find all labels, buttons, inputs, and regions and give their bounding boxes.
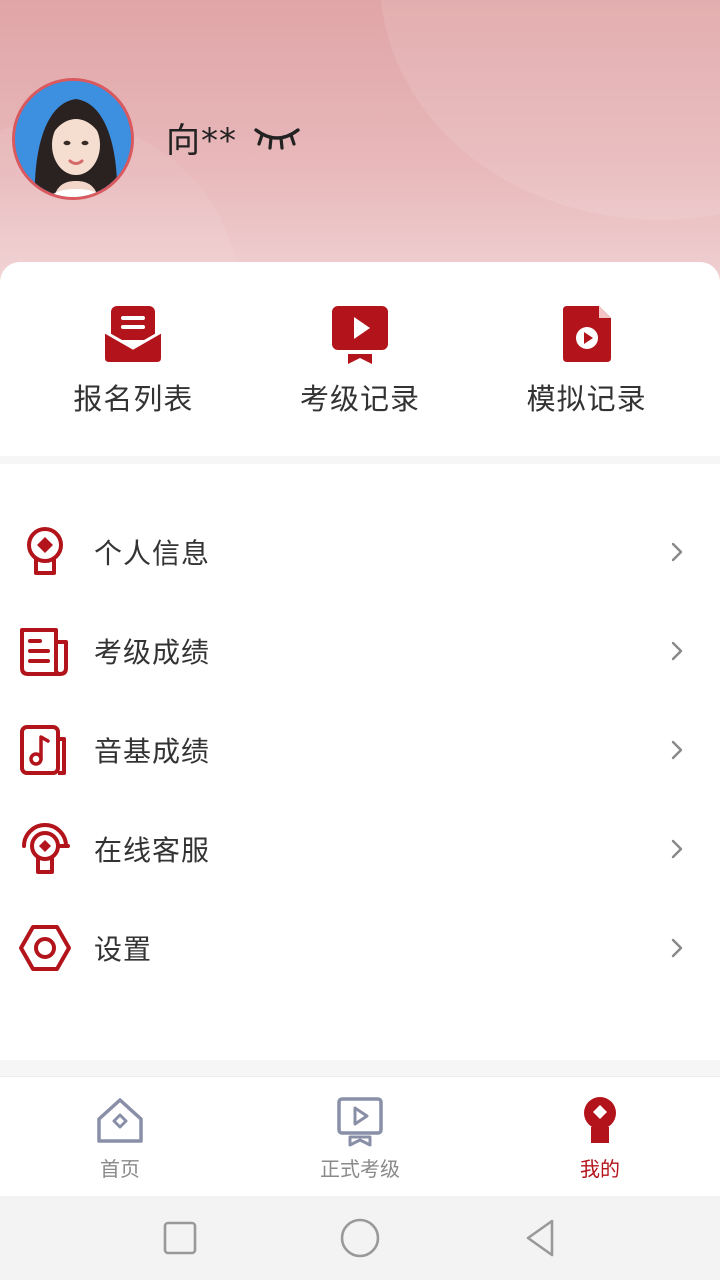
tab-label: 首页	[100, 1157, 140, 1181]
person-info-icon	[27, 526, 63, 575]
quick-action-label: 考级记录	[299, 382, 420, 416]
menu-item-personal-info[interactable]: 个人信息	[0, 502, 720, 601]
chevron-right-icon	[671, 938, 683, 957]
menu-item-label: 考级成绩	[94, 635, 211, 669]
headset-icon	[22, 822, 70, 874]
chevron-right-icon	[671, 740, 683, 759]
menu-item-exam-scores[interactable]: 考级成绩	[0, 601, 720, 700]
settings-menu: 个人信息 考级成绩 音基成绩 在线客服 设置	[0, 464, 720, 1060]
eye-closed-icon[interactable]	[252, 122, 302, 152]
chevron-right-icon	[671, 641, 683, 660]
video-badge-icon	[337, 1097, 383, 1147]
tab-formal-exam[interactable]: 正式考级	[240, 1077, 480, 1196]
user-icon	[584, 1097, 616, 1143]
menu-item-label: 设置	[94, 932, 153, 966]
menu-item-settings[interactable]: 设置	[0, 898, 720, 997]
menu-item-music-theory-scores[interactable]: 音基成绩	[0, 700, 720, 799]
home-circle-icon[interactable]	[338, 1216, 382, 1260]
tab-label: 正式考级	[320, 1157, 400, 1181]
quick-action-registration-list[interactable]: 报名列表	[33, 262, 233, 418]
menu-item-label: 音基成绩	[94, 734, 211, 768]
avatar[interactable]	[12, 78, 134, 200]
quick-action-mock-records[interactable]: 模拟记录	[487, 262, 687, 418]
home-icon	[97, 1098, 143, 1143]
menu-item-online-support[interactable]: 在线客服	[0, 799, 720, 898]
quick-actions: 报名列表 考级记录 模拟记录	[0, 262, 720, 456]
menu-item-label: 在线客服	[94, 833, 211, 867]
tab-label: 我的	[580, 1157, 620, 1181]
video-badge-icon	[331, 306, 388, 364]
header-decoration	[380, 0, 720, 220]
chevron-right-icon	[671, 839, 683, 858]
hexagon-settings-icon	[19, 924, 71, 971]
newspaper-icon	[20, 627, 68, 676]
quick-action-label: 模拟记录	[526, 382, 647, 416]
file-play-icon	[562, 306, 611, 362]
bottom-tab-bar: 首页 正式考级 我的	[0, 1076, 720, 1196]
quick-action-exam-records[interactable]: 考级记录	[260, 262, 460, 418]
recent-apps-icon[interactable]	[158, 1216, 202, 1260]
tab-home[interactable]: 首页	[0, 1077, 240, 1196]
profile-header: 向**	[0, 0, 720, 300]
quick-action-label: 报名列表	[73, 382, 194, 416]
chevron-right-icon	[671, 542, 683, 561]
back-triangle-icon[interactable]	[518, 1216, 562, 1260]
tab-mine[interactable]: 我的	[480, 1077, 720, 1196]
envelope-list-icon	[104, 306, 163, 362]
username: 向**	[166, 121, 237, 161]
system-navigation-bar	[0, 1196, 720, 1280]
menu-item-label: 个人信息	[94, 536, 211, 570]
music-note-icon	[20, 724, 66, 775]
